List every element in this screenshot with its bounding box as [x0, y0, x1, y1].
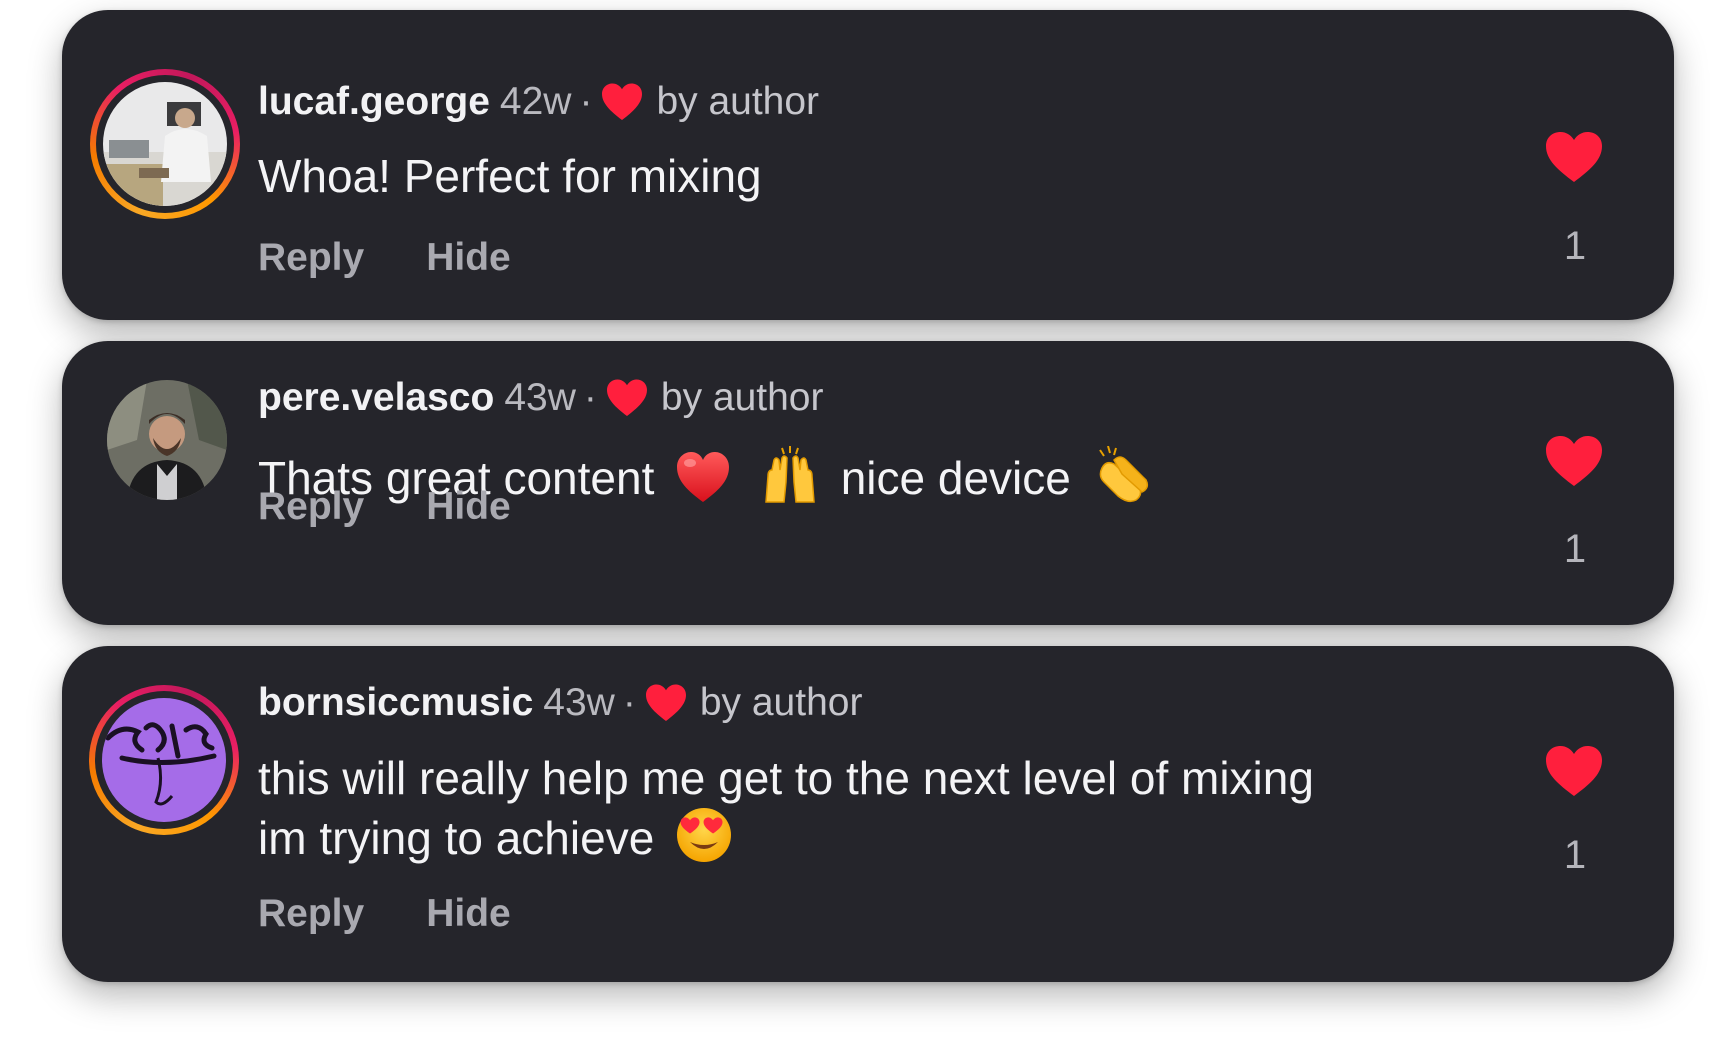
- raising-hands-emoji: [765, 446, 815, 503]
- comment-meta: bornsiccmusic 43w · by author: [258, 680, 862, 726]
- reply-button[interactable]: Reply: [258, 485, 364, 528]
- comment-age: 43w: [504, 376, 576, 419]
- comment-meta: pere.velasco 43w · by author: [258, 375, 823, 421]
- comments-list: lucaf.george 42w · by author Whoa! Perfect …: [0, 0, 1736, 1042]
- comment-card: pere.velasco 43w · by author Thats great co…: [62, 341, 1674, 625]
- separator-dot: ·: [583, 376, 597, 419]
- red-heart-emoji: [677, 452, 730, 502]
- comment-actions: Reply Hide: [258, 235, 511, 281]
- username[interactable]: pere.velasco: [258, 376, 494, 419]
- comment-card: bornsiccmusic 43w · by author this will rea…: [62, 646, 1674, 982]
- hide-button[interactable]: Hide: [426, 236, 511, 279]
- username[interactable]: bornsiccmusic: [258, 681, 533, 724]
- author-liked-heart-icon: [606, 379, 647, 416]
- hide-button[interactable]: Hide: [426, 485, 511, 528]
- username[interactable]: lucaf.george: [258, 80, 490, 123]
- like-heart-icon[interactable]: [1544, 744, 1604, 798]
- comment-text-part: im trying to achieve: [258, 812, 655, 864]
- comment-actions: Reply Hide: [258, 891, 511, 937]
- author-liked-heart-icon: [602, 83, 643, 120]
- heart-eyes-emoji: [677, 808, 732, 862]
- like-count: 1: [1563, 527, 1587, 571]
- separator-dot: ·: [579, 80, 593, 123]
- liked-by-author-label: by author: [656, 80, 820, 123]
- user-avatar[interactable]: [102, 698, 226, 822]
- comment-age: 43w: [543, 681, 615, 724]
- comment-text-part: nice device: [840, 452, 1071, 504]
- comment-card: lucaf.george 42w · by author Whoa! Perfect …: [62, 10, 1674, 320]
- liked-by-author-label: by author: [660, 376, 824, 419]
- reply-button[interactable]: Reply: [258, 892, 364, 935]
- story-ring[interactable]: [89, 685, 239, 835]
- story-ring[interactable]: [90, 69, 240, 219]
- comment-text: Whoa! Perfect for mixing: [258, 150, 762, 202]
- like-heart-icon[interactable]: [1544, 434, 1604, 488]
- like-heart-icon[interactable]: [1544, 130, 1604, 184]
- hide-button[interactable]: Hide: [426, 892, 511, 935]
- like-count: 1: [1563, 833, 1587, 877]
- reply-button[interactable]: Reply: [258, 236, 364, 279]
- like-count: 1: [1563, 224, 1587, 268]
- clapping-hands-emoji: [1098, 446, 1148, 503]
- comment-actions: Reply Hide: [258, 484, 511, 530]
- separator-dot: ·: [622, 681, 636, 724]
- comment-text-line-2: im trying to achieve: [258, 806, 741, 866]
- author-liked-heart-icon: [645, 684, 686, 721]
- comment-age: 42w: [499, 80, 572, 123]
- comment-meta: lucaf.george 42w · by author: [258, 79, 819, 125]
- user-avatar[interactable]: [107, 380, 227, 500]
- user-avatar[interactable]: [103, 82, 227, 206]
- liked-by-author-label: by author: [699, 681, 863, 724]
- comment-text: this will really help me get to the next…: [258, 752, 1314, 804]
